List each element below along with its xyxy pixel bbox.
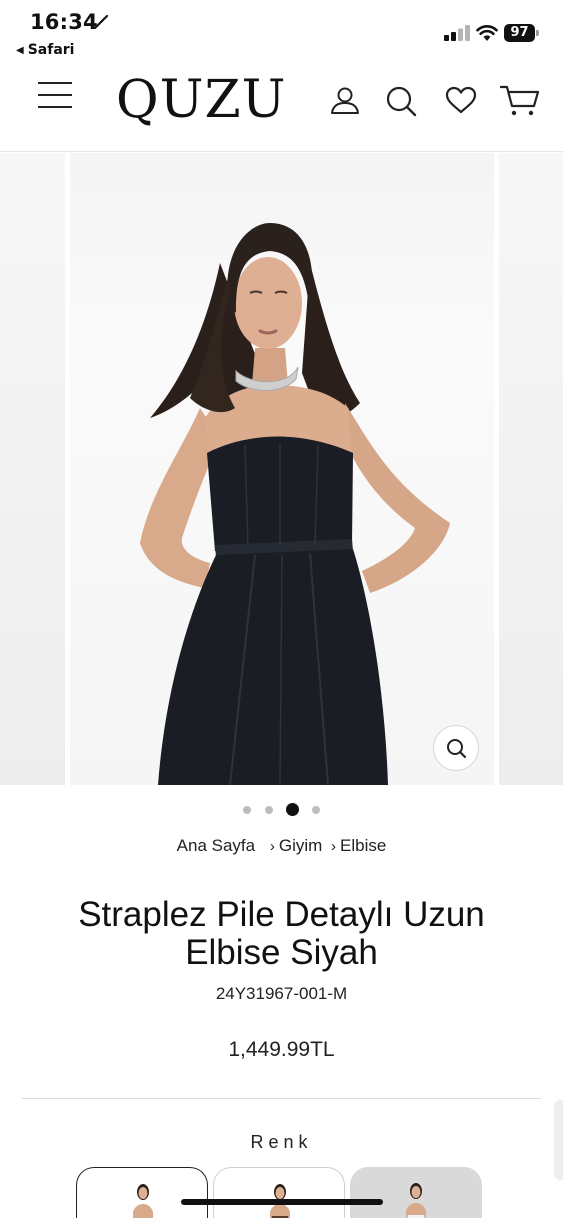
breadcrumb-item-dress[interactable]: Elbise	[340, 836, 386, 855]
back-app-label: Safari	[27, 42, 75, 58]
pagination-dot[interactable]	[312, 806, 320, 814]
product-title-line2: Elbise Siyah	[185, 933, 378, 972]
site-header: QUZU	[0, 64, 563, 152]
product-image-gallery[interactable]	[0, 153, 563, 785]
zoom-button[interactable]	[433, 725, 479, 771]
gallery-pagination	[0, 803, 563, 817]
battery-level: 97	[504, 24, 535, 42]
wifi-icon	[476, 25, 498, 41]
product-price: 1,449.99TL	[228, 1038, 335, 1061]
cart-icon[interactable]	[500, 84, 540, 118]
home-indicator[interactable]	[181, 1199, 383, 1205]
product-sku: 24Y31967-001-M	[215, 984, 348, 1003]
pagination-dot[interactable]	[243, 806, 251, 814]
next-product-image[interactable]	[499, 153, 563, 785]
previous-product-image[interactable]	[0, 153, 65, 785]
magnifier-icon	[447, 739, 467, 759]
status-bar: 16:34 ◀ Safari 97	[0, 0, 563, 64]
pagination-dot-active[interactable]	[286, 803, 299, 816]
model-photo	[140, 223, 450, 785]
product-title-line1: Straplez Pile Detaylı Uzun	[78, 895, 485, 934]
product-image[interactable]	[70, 153, 494, 785]
side-panel-tab[interactable]	[555, 1100, 563, 1180]
brand-logo[interactable]: QUZU	[116, 68, 285, 132]
color-swatch-selected[interactable]	[76, 1167, 208, 1218]
breadcrumb-item-clothing[interactable]: Giyim	[279, 836, 322, 855]
breadcrumb-separator: ›	[331, 838, 337, 855]
swatch-thumbnail	[133, 1184, 153, 1218]
status-time: 16:34	[30, 10, 98, 34]
section-divider	[22, 1098, 541, 1099]
cellular-signal-icon	[444, 25, 470, 41]
breadcrumb: Ana Sayfa › Giyim › Elbise	[0, 836, 563, 856]
swatch-thumbnail	[406, 1183, 426, 1218]
heart-icon[interactable]	[444, 84, 478, 118]
account-icon[interactable]	[328, 84, 362, 118]
color-section-label: Renk	[250, 1132, 313, 1152]
back-to-safari-link[interactable]: ◀ Safari	[16, 42, 74, 58]
product-title: Straplez Pile Detaylı Uzun Elbise Siyah	[20, 896, 543, 972]
search-icon[interactable]	[384, 84, 418, 118]
breadcrumb-item-home[interactable]: Ana Sayfa	[177, 836, 255, 855]
pagination-dot[interactable]	[265, 806, 273, 814]
breadcrumb-separator: ›	[269, 838, 275, 855]
color-swatch[interactable]	[350, 1167, 482, 1218]
battery-indicator: 97	[504, 24, 539, 42]
pencil-icon	[93, 14, 109, 30]
menu-icon[interactable]	[38, 82, 72, 108]
back-triangle-icon: ◀	[16, 45, 24, 56]
color-swatch[interactable]	[213, 1167, 345, 1218]
